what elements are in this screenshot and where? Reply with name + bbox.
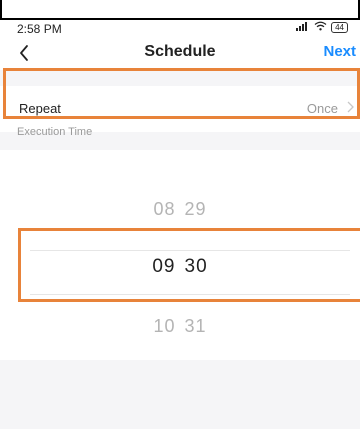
bottom-area bbox=[0, 360, 360, 429]
wifi-icon bbox=[314, 21, 327, 34]
status-time: 2:58 PM bbox=[17, 22, 62, 36]
picker-row-previous[interactable]: 08 29 bbox=[0, 199, 360, 220]
picker-row-selected[interactable]: 09 30 bbox=[0, 256, 360, 278]
picker-hour: 08 bbox=[153, 199, 176, 219]
selection-line-top bbox=[30, 250, 350, 251]
repeat-value: Once bbox=[306, 101, 338, 116]
picker-hour: 10 bbox=[153, 316, 176, 336]
battery-icon: 44 bbox=[331, 22, 348, 33]
picker-hour: 09 bbox=[152, 256, 176, 277]
next-button[interactable]: Next bbox=[323, 43, 356, 60]
signal-icon bbox=[296, 21, 310, 34]
selection-line-bottom bbox=[30, 294, 350, 295]
status-icons: 44 bbox=[296, 21, 348, 34]
picker-row-next[interactable]: 10 31 bbox=[0, 316, 360, 337]
top-border bbox=[0, 0, 360, 20]
chevron-right-icon bbox=[347, 100, 354, 118]
status-bar: 2:58 PM 44 bbox=[0, 20, 360, 38]
header: Schedule Next bbox=[0, 38, 360, 70]
execution-time-label: Execution Time bbox=[17, 126, 93, 138]
picker-minute: 30 bbox=[184, 256, 208, 277]
picker-minute: 29 bbox=[184, 199, 207, 219]
section-gap bbox=[0, 70, 360, 86]
page-title: Schedule bbox=[144, 43, 216, 60]
repeat-label: Repeat bbox=[19, 101, 61, 116]
repeat-section: Repeat Once bbox=[0, 70, 360, 132]
picker-minute: 31 bbox=[184, 316, 207, 336]
